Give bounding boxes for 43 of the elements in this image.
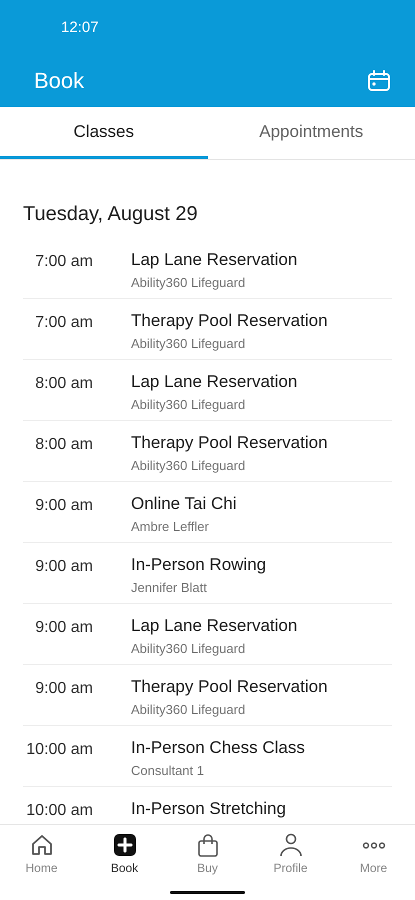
calendar-icon[interactable] [367, 69, 391, 93]
instructor-name: Ability360 Lifeguard [131, 275, 246, 290]
class-time: 8:00 am [34, 435, 93, 454]
class-name[interactable]: Online Tai Chi [131, 494, 237, 514]
class-name[interactable]: In-Person Rowing [131, 555, 266, 575]
class-name[interactable]: Therapy Pool Reservation [131, 311, 328, 331]
shopping-bag-icon [196, 833, 220, 857]
class-name[interactable]: In-Person Chess Class [131, 738, 305, 758]
plus-square-icon [112, 833, 136, 857]
person-icon [278, 833, 302, 857]
class-name[interactable]: Lap Lane Reservation [131, 372, 298, 392]
nav-item[interactable]: Buy [166, 825, 249, 883]
class-time: 8:00 am [34, 374, 93, 393]
class-time: 10:00 am [25, 740, 93, 759]
date-heading: Tuesday, August 29 [23, 202, 199, 226]
instructor-name: Ability360 Lifeguard [131, 397, 246, 412]
class-time: 7:00 am [34, 252, 93, 271]
nav-item[interactable]: Profile [249, 825, 332, 883]
instructor-name: Ability360 Lifeguard [131, 641, 246, 656]
instructor-name: Ability360 Lifeguard [131, 336, 246, 351]
class-name[interactable]: Therapy Pool Reservation [131, 677, 328, 697]
class-name[interactable]: Lap Lane Reservation [131, 616, 298, 636]
class-time: 10:00 am [25, 801, 93, 820]
status-time: 12:07 [61, 19, 99, 36]
instructor-name: Jennifer Blatt [131, 580, 208, 595]
instructor-name: Ability360 Lifeguard [131, 458, 246, 473]
class-time: 9:00 am [34, 618, 93, 637]
class-time: 9:00 am [34, 496, 93, 515]
class-name[interactable]: Therapy Pool Reservation [131, 433, 328, 453]
class-name[interactable]: In-Person Stretching [131, 799, 286, 819]
instructor-name: Ability360 Lifeguard [131, 702, 246, 717]
home-icon [30, 833, 54, 857]
instructor-name: Ambre Leffler [131, 519, 210, 534]
nav-item[interactable]: Home [0, 825, 83, 883]
nav-item[interactable]: Book [83, 825, 166, 883]
instructor-name: Consultant 1 [131, 763, 205, 778]
more-icon [362, 842, 386, 848]
class-time: 7:00 am [34, 313, 93, 332]
class-time: 9:00 am [34, 557, 93, 576]
class-time: 9:00 am [34, 679, 93, 698]
nav-item[interactable]: More [332, 825, 415, 883]
page-title: Book [34, 68, 84, 94]
class-name[interactable]: Lap Lane Reservation [131, 250, 298, 270]
